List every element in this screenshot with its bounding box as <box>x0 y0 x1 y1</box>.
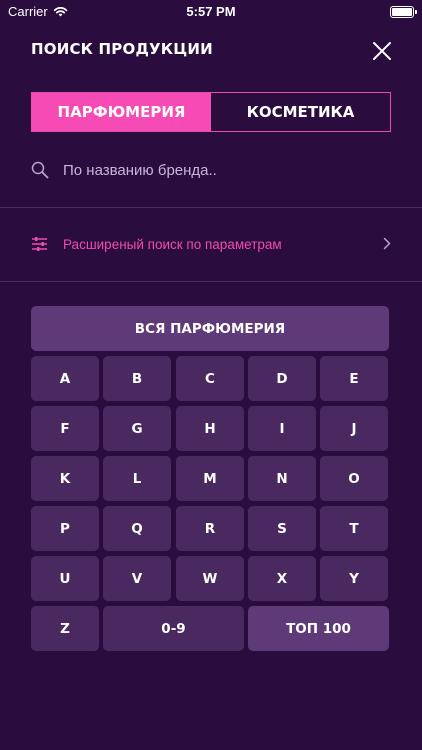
letter-key-q[interactable]: Q <box>103 506 171 551</box>
letter-key-p[interactable]: P <box>31 506 99 551</box>
category-tabs: ПАРФЮМЕРИЯ КОСМЕТИКА <box>31 92 391 132</box>
letter-key-e[interactable]: E <box>320 356 388 401</box>
search-row <box>31 158 363 182</box>
letter-key-i[interactable]: I <box>248 406 316 451</box>
all-perfume-button[interactable]: ВСЯ ПАРФЮМЕРИЯ <box>31 306 389 351</box>
letter-key-w[interactable]: W <box>176 556 244 601</box>
search-icon <box>31 161 49 179</box>
letter-key-j[interactable]: J <box>320 406 388 451</box>
letter-key-u[interactable]: U <box>31 556 99 601</box>
letter-key-l[interactable]: L <box>103 456 171 501</box>
letter-key-t[interactable]: T <box>320 506 388 551</box>
letter-key-r[interactable]: R <box>176 506 244 551</box>
advanced-search-link[interactable]: Расширеный поиск по параметрам <box>31 232 393 256</box>
chevron-right-icon <box>383 237 391 250</box>
letter-key-k[interactable]: K <box>31 456 99 501</box>
letter-key-a[interactable]: A <box>31 356 99 401</box>
divider <box>0 207 422 208</box>
letter-key-c[interactable]: C <box>176 356 244 401</box>
divider <box>0 281 422 282</box>
page-title: ПОИСК ПРОДУКЦИИ <box>31 40 213 58</box>
close-icon[interactable] <box>371 40 393 62</box>
letter-key-n[interactable]: N <box>248 456 316 501</box>
letter-key-o[interactable]: O <box>320 456 388 501</box>
letter-key-s[interactable]: S <box>248 506 316 551</box>
letter-key-h[interactable]: H <box>176 406 244 451</box>
top-100-button[interactable]: ТОП 100 <box>248 606 389 651</box>
search-input[interactable] <box>63 161 363 179</box>
advanced-search-label: Расширеный поиск по параметрам <box>63 236 282 252</box>
letter-key-g[interactable]: G <box>103 406 171 451</box>
battery-icon <box>390 6 417 18</box>
letter-key-b[interactable]: B <box>103 356 171 401</box>
filter-sliders-icon <box>32 237 47 251</box>
letter-key-x[interactable]: X <box>248 556 316 601</box>
letter-key-f[interactable]: F <box>31 406 99 451</box>
letter-key-d[interactable]: D <box>248 356 316 401</box>
battery-level <box>392 8 412 16</box>
tab-perfume[interactable]: ПАРФЮМЕРИЯ <box>32 93 211 131</box>
letter-key-m[interactable]: M <box>176 456 244 501</box>
letter-key-y[interactable]: Y <box>320 556 388 601</box>
letter-key-z[interactable]: Z <box>31 606 99 651</box>
letter-key-v[interactable]: V <box>103 556 171 601</box>
digits-key[interactable]: 0-9 <box>103 606 244 651</box>
tab-cosmetics[interactable]: КОСМЕТИКА <box>211 93 390 131</box>
status-time: 5:57 PM <box>186 4 236 19</box>
status-bar: Carrier 5:57 PM <box>0 0 422 24</box>
